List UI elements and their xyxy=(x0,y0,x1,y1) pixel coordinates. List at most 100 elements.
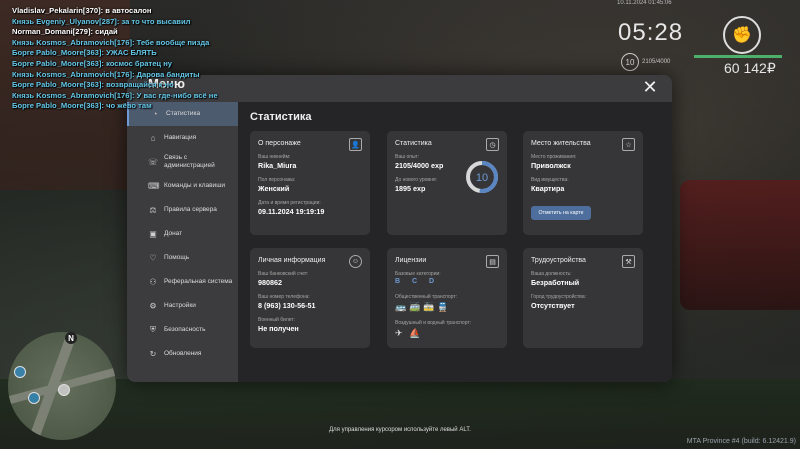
sidebar-item-label: Команды и клавиши xyxy=(164,182,226,189)
minimap-blip-icon xyxy=(28,392,40,404)
card-title: Трудоустройства xyxy=(531,257,586,264)
sidebar-item-icon: ⚙ xyxy=(149,301,157,311)
chat-line: Боpre Pablo_Moore[363]: чо жёво там xyxy=(12,101,152,111)
sidebar-item-icon: ♡ xyxy=(149,253,157,263)
nick-value: Rika_Miura xyxy=(258,161,297,170)
sidebar-item-label: Помощь xyxy=(164,254,190,261)
reg-value: 09.11.2024 19:19:19 xyxy=(258,207,325,216)
sidebar-item-icon: ↻ xyxy=(149,349,157,359)
mark-on-map-button[interactable]: Отметить на карте xyxy=(531,206,591,220)
build-info: MTA Province #4 (build: 6.12421.9) xyxy=(686,438,796,445)
position-value: Безработный xyxy=(531,278,580,287)
chat-line: Князь Kosmos_Abramovich[176]: Тебе вообщ… xyxy=(12,37,210,47)
place-label: Место проживания: xyxy=(531,154,577,160)
hud-date: 10.11.2024 01:45:06 xyxy=(617,0,672,6)
sidebar-item[interactable]: ⚇ Реферальная система xyxy=(127,270,237,294)
gender-value: Женский xyxy=(258,184,290,193)
chat-line: Боpre Pablo_Moore[363]: возвращайся к но xyxy=(12,80,174,90)
train-icon: 🚆 xyxy=(437,302,449,312)
sidebar-item[interactable]: ⛨ Безопасность xyxy=(127,318,237,342)
position-label: Ваша должность: xyxy=(531,271,572,277)
chat-log: Vladislav_Pekalarin[370]: в автосалон Кня… xyxy=(12,6,218,112)
chat-line: Norman_Domani[279]: сидай xyxy=(12,27,118,37)
job-city-value: Отсутствует xyxy=(531,301,575,310)
exp-label: Ваш опыт: xyxy=(395,154,420,160)
clock-icon: ◷ xyxy=(486,138,499,151)
plane-icon: ✈ xyxy=(395,328,403,338)
background-ground xyxy=(0,379,800,449)
cursor-hint: Для управления курсором используйте левы… xyxy=(329,427,471,433)
sidebar-item[interactable]: ⚖ Правила сервера xyxy=(127,198,237,222)
phone-value: 8 (963) 130-56-51 xyxy=(258,301,316,310)
sidebar-item-label: Обновления xyxy=(164,350,202,357)
trolleybus-icon: 🚎 xyxy=(409,302,421,312)
sidebar-item-icon: ⌂ xyxy=(150,133,156,143)
property-value: Квартира xyxy=(531,184,565,193)
hud-time: 05:28 xyxy=(618,19,684,46)
sidebar-item-icon: ⌨ xyxy=(148,181,160,191)
nick-label: Ваш никнейм: xyxy=(258,154,291,160)
card-person: О персонаже 👤 Ваш никнейм: Rika_Miura По… xyxy=(250,131,370,235)
sidebar-item[interactable]: ☏ Связь с администрацией xyxy=(127,150,237,174)
chat-line: Боpre Pablo_Moore[363]: УЖАС БЛЯТЬ xyxy=(12,48,157,58)
sidebar-item-label: Реферальная система xyxy=(164,278,233,285)
place-value: Приволжск xyxy=(531,161,571,170)
card-title: Личная информация xyxy=(258,257,326,264)
sidebar-item[interactable]: ▣ Донат xyxy=(127,222,237,246)
license-icon: ▤ xyxy=(486,255,499,268)
sidebar-item[interactable]: ⌨ Команды и клавиши xyxy=(127,174,237,198)
menu-sidebar: ◔ Статистика ⌂ Навигация ☏ Связь с администра… xyxy=(127,102,255,366)
card-personal: Личная информация ☺ Ваш банковский счет:… xyxy=(250,248,370,348)
card-title: Лицензии xyxy=(395,257,427,264)
background-car xyxy=(680,180,800,310)
health-bar-fill xyxy=(694,55,782,58)
chat-line: Vladislav_Pekalarin[370]: в автосалон xyxy=(12,6,152,15)
player-marker-icon xyxy=(58,384,70,396)
exp-value: 2105/4000 exp xyxy=(395,161,444,170)
sidebar-item-label: Безопасность xyxy=(164,326,206,333)
north-icon: N xyxy=(65,332,77,344)
sidebar-item-icon: ⛨ xyxy=(150,325,156,334)
sidebar-item[interactable]: ♡ Помощь xyxy=(127,246,237,270)
level-ring-value: 10 xyxy=(476,172,488,184)
sidebar-item-label: Правила сервера xyxy=(164,206,217,213)
phone-label: Ваш номер телефона: xyxy=(258,294,310,300)
hud-xp: 2105/4000 xyxy=(642,59,671,65)
sidebar-item-icon: ▣ xyxy=(149,229,157,239)
boat-icon: ⛵ xyxy=(409,328,421,338)
tram-icon: 🚋 xyxy=(423,302,435,312)
chat-line: Князь Evgeniy_Ulyanov[287]: за то что вы… xyxy=(12,16,191,26)
sidebar-item-icon: ⚇ xyxy=(149,277,157,287)
fist-icon: ✊ xyxy=(723,16,761,54)
card-residence: Место жительства ☆ Место проживания: При… xyxy=(523,131,643,235)
property-label: Вид имущества: xyxy=(531,177,569,183)
bank-label: Ваш банковский счет: xyxy=(258,271,309,277)
minimap xyxy=(8,332,116,440)
hud-money: 60 142₽ xyxy=(724,60,776,76)
sidebar-item[interactable]: ⚙ Настройки xyxy=(127,294,237,318)
job-city-label: Город трудоустройства: xyxy=(531,294,587,300)
card-licenses: Лицензии ▤ Базовые категории: B C D Обще… xyxy=(387,248,507,348)
base-categories-value: B C D xyxy=(395,278,440,285)
sidebar-item[interactable]: ↻ Обновления xyxy=(127,342,237,366)
tools-icon: ⚒ xyxy=(622,255,635,268)
chat-line: Боpre Pablo_Moore[363]: космос братец ну xyxy=(12,58,173,68)
page-title: Статистика xyxy=(250,111,312,123)
sidebar-item-icon: ⚖ xyxy=(149,205,157,215)
sidebar-item-label: Донат xyxy=(164,230,183,237)
sidebar-item[interactable]: ⌂ Навигация xyxy=(127,126,237,150)
hud-level: 10 xyxy=(621,53,639,71)
close-button[interactable]: ✕ xyxy=(641,77,659,97)
sidebar-item-label: Настройки xyxy=(164,302,196,309)
reg-label: Дата и время регистрации: xyxy=(258,200,321,206)
health-bar xyxy=(694,55,782,58)
chat-line: Князь Kosmos_Abramovich[176]: Дарова бан… xyxy=(12,69,200,79)
face-icon: ☺ xyxy=(349,255,362,268)
minimap-blip-icon xyxy=(14,366,26,378)
level-ring: 10 xyxy=(466,161,498,193)
card-job: Трудоустройства ⚒ Ваша должность: Безраб… xyxy=(523,248,643,348)
base-categories-label: Базовые категории: xyxy=(395,271,441,277)
card-statistics: Статистика ◷ Ваш опыт: 2105/4000 exp До … xyxy=(387,131,507,235)
air-water-label: Воздушный и водный транспорт: xyxy=(395,320,472,326)
star-icon: ☆ xyxy=(622,138,635,151)
